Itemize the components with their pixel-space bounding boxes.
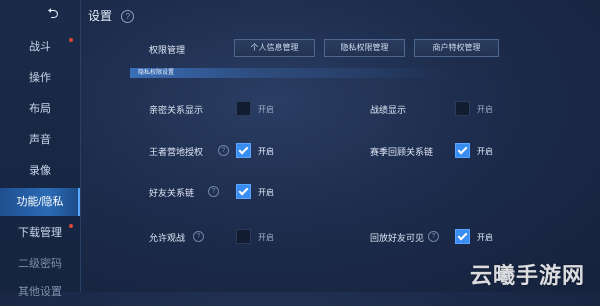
friend-relations-label: 好友关系链 [149,188,195,198]
toggle-label: 开启 [258,188,274,197]
page-title-text: 设置 [88,9,113,23]
sidebar-item-label: 布局 [29,103,51,115]
sidebar-item-label: 下载管理 [18,227,62,239]
friend-relations-checkbox[interactable] [236,184,251,199]
record-display-checkbox[interactable] [455,101,470,116]
sidebar-item-label: 二级密码 [18,258,62,270]
sidebar-item-downloads[interactable]: 下载管理 [0,219,80,247]
sidebar-item-label: 录像 [29,165,51,177]
help-icon[interactable]: ? [218,145,229,156]
watermark: 云曦手游网 [470,263,586,288]
intimacy-display-checkbox[interactable] [236,101,251,116]
sidebar-item-sound[interactable]: 声音 [0,126,80,154]
sidebar-item-label: 功能/隐私 [16,196,64,208]
help-icon[interactable]: ? [208,186,219,197]
privacy-permissions-button[interactable]: 隐私权限管理 [324,39,405,57]
sidebar-item-recording[interactable]: 录像 [0,157,80,185]
personal-info-button[interactable]: 个人信息管理 [234,39,315,57]
toggle-label: 开启 [258,147,274,156]
toggle-label: 开启 [258,233,274,242]
season-review-checkbox[interactable] [455,143,470,158]
sidebar-item-label: 声音 [29,134,51,146]
camp-authorization-label: 王者营地授权 [149,147,204,157]
allow-spectate-label: 允许观战 [149,233,186,243]
sidebar-item-label: 其他设置 [18,286,62,298]
notification-dot [69,224,73,228]
sidebar-item-label: 操作 [29,72,51,84]
merchant-privileges-button[interactable]: 商户特权管理 [414,39,499,57]
toggle-label: 开启 [477,147,493,156]
sidebar-item-privacy[interactable]: 功能/隐私 [0,188,80,216]
help-icon[interactable]: ? [428,231,439,242]
replay-friends-label: 回放好友可见 [370,233,425,243]
back-arrow-icon[interactable]: ⮌ [36,5,70,21]
sidebar-item-label: 战斗 [29,41,51,53]
permissions-label: 权限管理 [149,45,186,55]
sidebar-item-controls[interactable]: 操作 [0,64,80,92]
camp-authorization-checkbox[interactable] [236,143,251,158]
intimacy-display-label: 亲密关系显示 [149,105,204,115]
notification-dot [69,38,73,42]
help-icon[interactable]: ? [121,10,135,24]
sidebar-item-layout[interactable]: 布局 [0,95,80,123]
toggle-label: 开启 [477,105,493,114]
sidebar-item-other[interactable]: 其他设置 [0,278,80,306]
toggle-label: 开启 [477,233,493,242]
sidebar-item-secondary-password[interactable]: 二级密码 [0,250,80,278]
help-icon[interactable]: ? [193,231,204,242]
toggle-label: 开启 [258,105,274,114]
allow-spectate-checkbox[interactable] [236,229,251,244]
section-header: 隐私权限设置 [130,68,450,78]
sidebar: ⮌ 战斗 操作 布局 声音 录像 功能/隐私 下载管理 二级密码 其他设置 [0,0,81,298]
section-title: 隐私权限设置 [138,70,175,76]
page-title: 设置 ? [88,7,135,24]
season-review-label: 赛季回顾关系链 [370,147,434,157]
replay-friends-checkbox[interactable] [455,229,470,244]
record-display-label: 战绩显示 [370,105,407,115]
sidebar-item-battle[interactable]: 战斗 [0,33,80,61]
